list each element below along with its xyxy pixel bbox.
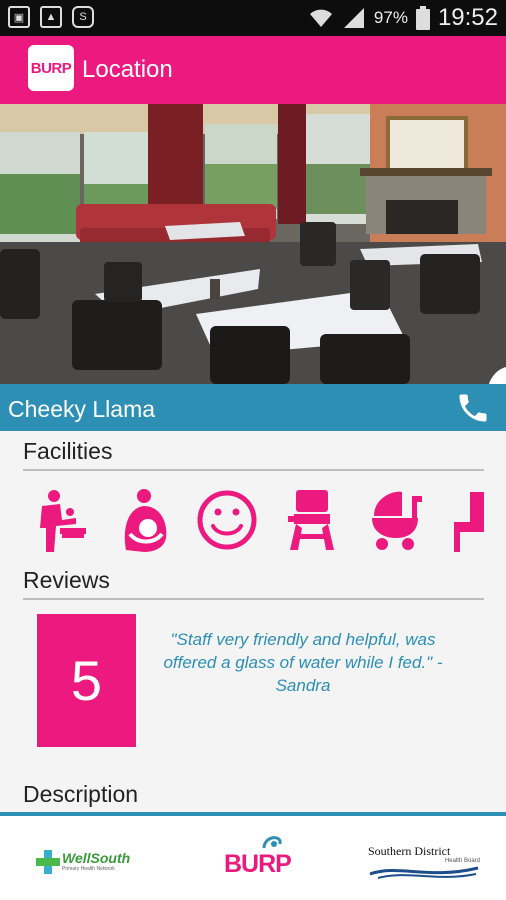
logo-text: BURP (30, 59, 72, 77)
battery-icon (415, 6, 430, 30)
page-title: Location (82, 56, 173, 83)
description-title: Description (23, 781, 139, 807)
burp-footer-logo[interactable]: BURP (224, 832, 292, 879)
facilities-title: Facilities (23, 438, 113, 464)
signal-icon (343, 8, 364, 28)
pram-icon (366, 488, 426, 554)
southern-district-logo[interactable]: Southern District Health Board (368, 844, 480, 880)
seating-icon (452, 488, 488, 554)
footer: WellSouth Primary Health Network BURP So… (0, 812, 506, 900)
image-icon: ▲ (40, 6, 62, 28)
review-text: "Staff very friendly and helpful, was of… (163, 630, 443, 695)
phone-icon[interactable] (454, 390, 492, 426)
clock: 19:52 (437, 4, 498, 31)
venue-header: Cheeky Llama (0, 384, 506, 431)
sdhb-name: Southern District (368, 844, 451, 858)
facilities-divider (23, 469, 484, 471)
app-notification-icon: S (72, 6, 94, 28)
wellsouth-name: WellSouth (62, 850, 131, 866)
battery-percent: 97% (373, 8, 408, 27)
burp-logo[interactable]: BURP (28, 45, 74, 91)
burp-footer-text: BURP (224, 850, 292, 878)
smiley-icon (196, 488, 257, 554)
reviews-divider (23, 598, 484, 600)
app-bar: BURP Location (0, 36, 506, 104)
status-bar: ▣ ▲ S 97% 19:52 (0, 0, 506, 36)
venue-photo: ‹ (0, 104, 506, 384)
sim-card-icon: ▣ (8, 6, 30, 28)
high-chair-icon (286, 488, 346, 554)
wifi-icon (309, 9, 332, 27)
rating-badge: 5 (37, 614, 136, 747)
baby-change-icon (32, 488, 92, 554)
wellsouth-tagline: Primary Health Network (62, 866, 115, 872)
breastfeeding-icon (118, 488, 178, 554)
reviews-title: Reviews (23, 567, 110, 593)
venue-name: Cheeky Llama (8, 396, 156, 422)
facilities-list (28, 488, 506, 554)
